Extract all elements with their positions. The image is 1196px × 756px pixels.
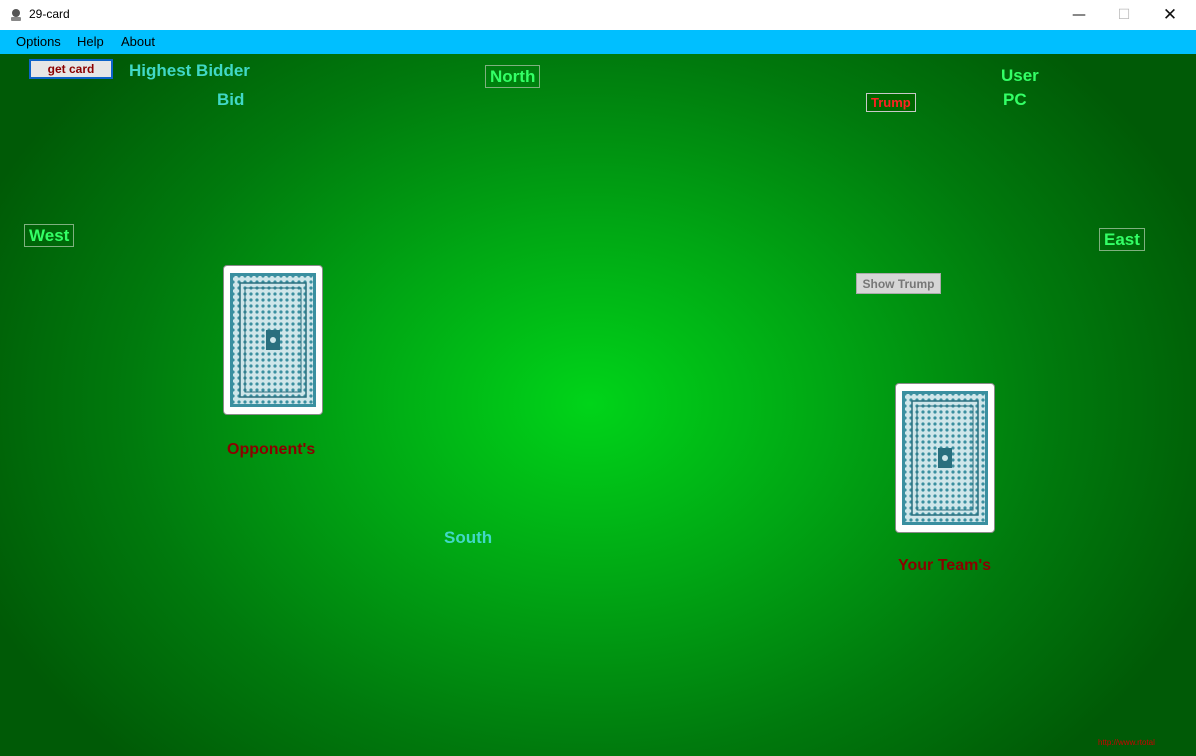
- card-back-pattern: [230, 273, 316, 407]
- menu-options[interactable]: Options: [16, 34, 61, 49]
- user-label: User: [1001, 66, 1039, 85]
- minimize-button[interactable]: —: [1056, 0, 1102, 30]
- opponent-label: Opponent's: [227, 441, 316, 458]
- pc-label: PC: [1003, 90, 1027, 109]
- menu-about[interactable]: About: [121, 34, 155, 49]
- window-title: 29-card: [29, 7, 70, 21]
- get-card-button[interactable]: get card: [29, 59, 113, 79]
- close-button[interactable]: ✕: [1147, 0, 1193, 30]
- card-back-pattern: [902, 391, 988, 525]
- trump-indicator: Trump: [866, 93, 916, 112]
- west-label: West: [24, 224, 75, 247]
- watermark-text: http://www.rtotal: [1098, 738, 1155, 747]
- menu-bar: Options Help About: [0, 30, 1196, 54]
- show-trump-button[interactable]: Show Trump: [856, 273, 941, 294]
- opponent-card-back[interactable]: [223, 265, 323, 415]
- highest-bidder-label: Highest Bidder: [129, 61, 250, 80]
- south-label: South: [444, 528, 493, 547]
- team-card-back[interactable]: [895, 383, 995, 533]
- east-label: East: [1099, 228, 1145, 251]
- game-table: get card Highest Bidder Bid North User P…: [0, 54, 1196, 756]
- title-bar: 29-card — ☐ ✕: [0, 0, 1196, 30]
- maximize-button[interactable]: ☐: [1101, 0, 1147, 30]
- team-label: Your Team's: [898, 557, 992, 574]
- bid-label: Bid: [217, 90, 245, 109]
- app-icon: [11, 9, 21, 21]
- menu-help[interactable]: Help: [77, 34, 104, 49]
- north-label: North: [485, 65, 541, 88]
